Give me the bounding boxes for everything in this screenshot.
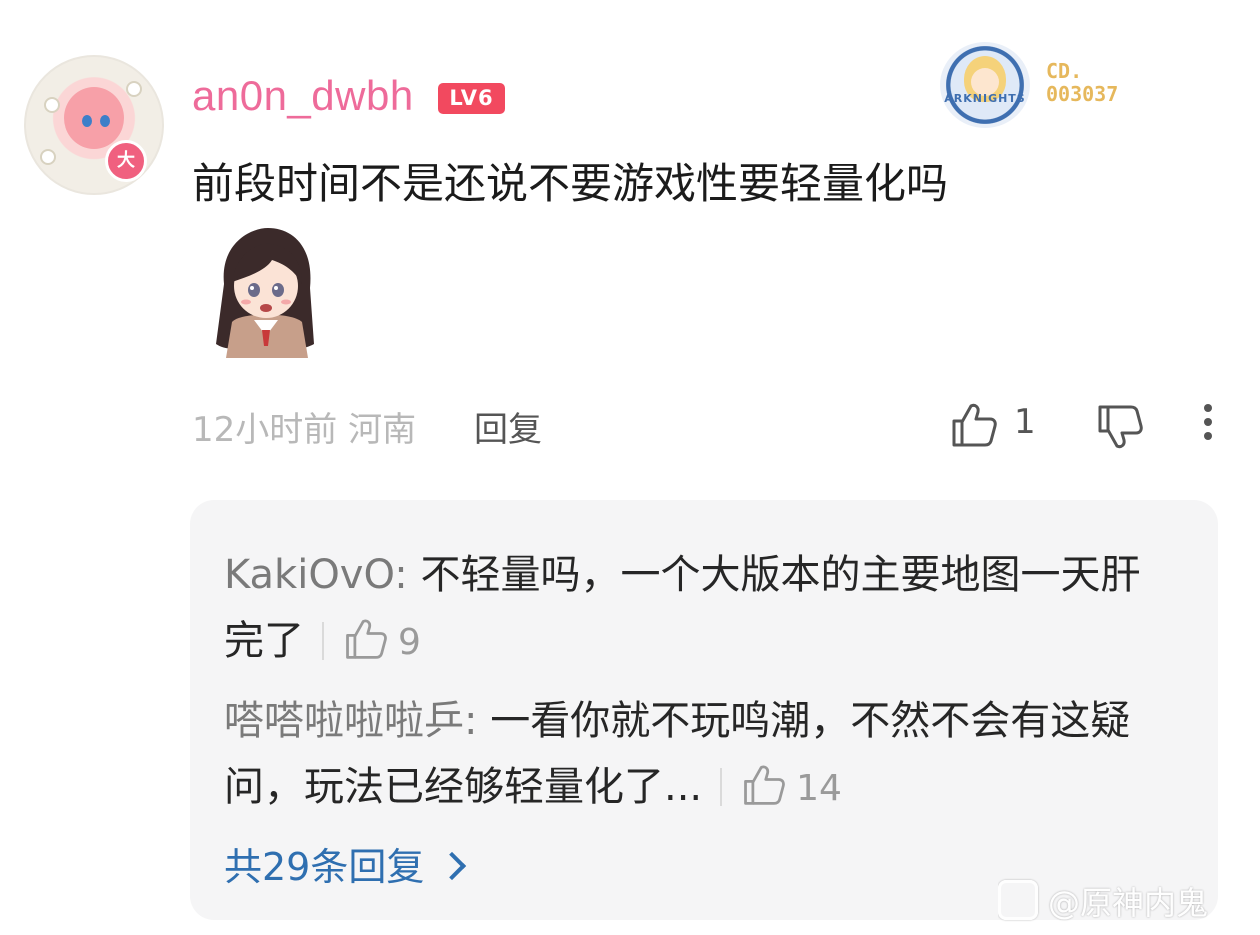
- watermark: @原神内鬼: [998, 878, 1260, 924]
- reply-divider: [322, 622, 324, 660]
- decoration-code: CD. 003037: [1046, 60, 1118, 106]
- thumbs-up-icon[interactable]: [740, 762, 786, 808]
- total-replies-label: 共29条回复: [224, 845, 425, 889]
- avatar-eye-right: [100, 115, 110, 127]
- decoration-code-line2: 003037: [1046, 82, 1119, 106]
- comment-time-location: 12小时前 河南: [192, 410, 417, 450]
- chevron-right-icon: [438, 851, 467, 881]
- avatar-flower: [40, 149, 56, 165]
- reply-divider: [720, 768, 723, 806]
- like-count: 1: [1014, 402, 1036, 442]
- reply-like-count: 9: [398, 622, 421, 663]
- level-badge: LV6: [438, 83, 505, 114]
- watermark-logo-icon: [998, 880, 1038, 920]
- thumbs-down-icon[interactable]: [1094, 402, 1144, 452]
- comment-page: 大 an0n_dwbh LV6 ARKNIGHTS CD. 003037 前段时…: [0, 0, 1260, 935]
- avatar-badge: 大: [105, 140, 147, 182]
- reply-author[interactable]: KakiOvO:: [224, 552, 420, 598]
- more-vertical-icon[interactable]: [1196, 404, 1220, 448]
- reply-item[interactable]: 嗒嗒啦啦啦乒: 一看你就不玩鸣潮，不然不会有这疑问，玩法已经够轻量化了... 14: [224, 688, 1154, 822]
- watermark-text: @原神内鬼: [1048, 884, 1209, 922]
- username[interactable]: an0n_dwbh: [192, 72, 414, 120]
- reply-author[interactable]: 嗒嗒啦啦啦乒:: [224, 698, 490, 744]
- comment-text: 前段时间不是还说不要游戏性要轻量化吗: [192, 159, 949, 208]
- avatar-flower: [126, 81, 142, 97]
- replies-box: KakiOvO: 不轻量吗，一个大版本的主要地图一天肝完了 9 嗒嗒啦啦啦乒: 一…: [190, 500, 1218, 920]
- reply-item[interactable]: KakiOvO: 不轻量吗，一个大版本的主要地图一天肝完了 9: [224, 542, 1154, 676]
- thumbs-up-icon[interactable]: [342, 616, 388, 662]
- decoration-badge-text: ARKNIGHTS: [944, 92, 1026, 105]
- view-all-replies-link[interactable]: 共29条回复: [224, 836, 467, 891]
- thumbs-up-icon[interactable]: [948, 400, 998, 450]
- sticker-image[interactable]: [210, 224, 322, 358]
- user-avatar[interactable]: [24, 55, 164, 195]
- reply-like-count: 14: [796, 768, 842, 809]
- reply-button[interactable]: 回复: [474, 402, 542, 451]
- avatar-face: [64, 87, 124, 149]
- avatar-flower: [44, 97, 60, 113]
- decoration-code-line1: CD.: [1046, 59, 1083, 83]
- avatar-eye-left: [82, 115, 92, 127]
- decoration-badge: ARKNIGHTS: [940, 42, 1030, 128]
